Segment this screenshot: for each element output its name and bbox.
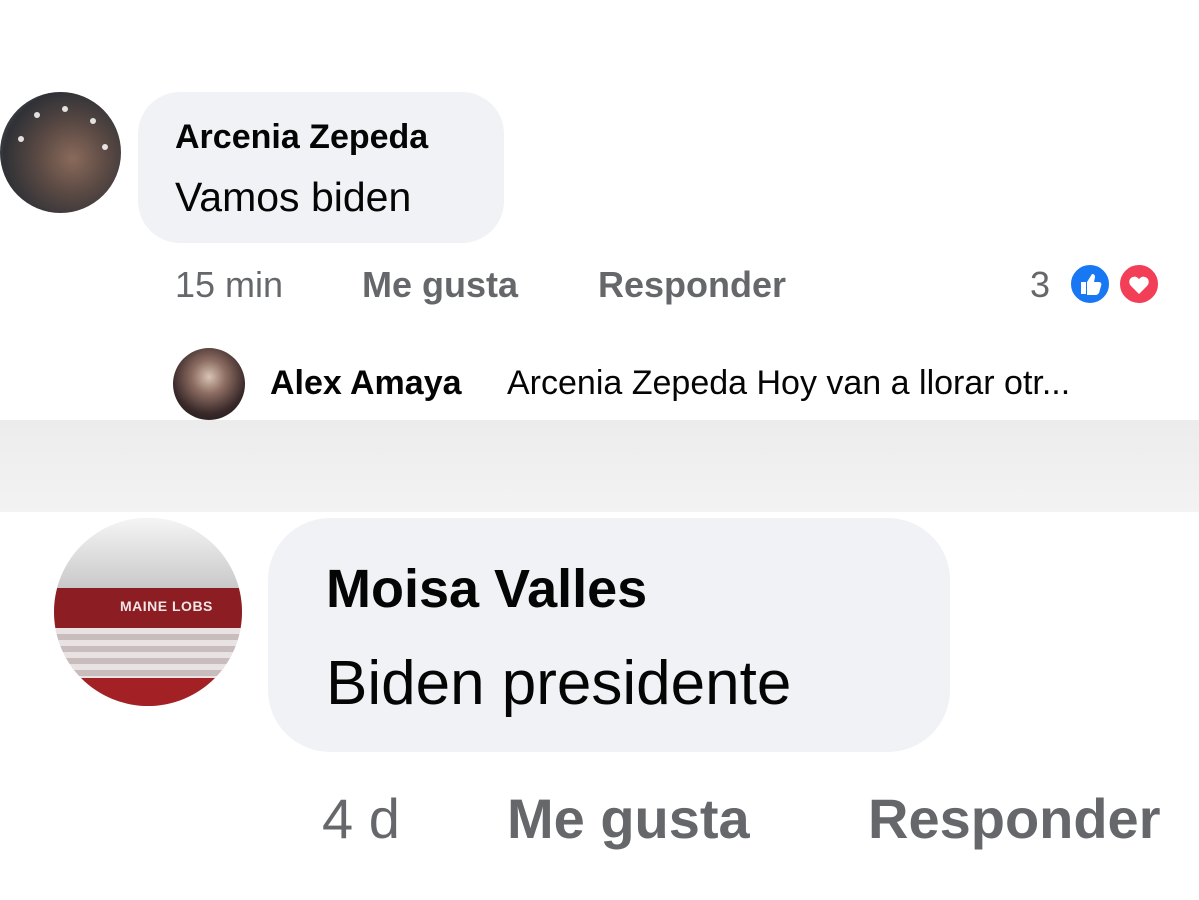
like-button[interactable]: Me gusta [362, 264, 518, 306]
avatar-sign-text: MAINE LOBS [120, 598, 213, 614]
reply-preview-text[interactable]: Arcenia Zepeda Hoy van a llorar otr... [507, 364, 1070, 403]
reaction-count[interactable]: 3 [1030, 264, 1050, 306]
comment-timestamp[interactable]: 4 d [322, 786, 400, 851]
love-icon[interactable] [1117, 262, 1161, 306]
comment-text: Vamos biden [175, 174, 412, 220]
separator [0, 420, 1199, 512]
reply-button[interactable]: Responder [598, 264, 786, 306]
avatar[interactable] [0, 92, 121, 213]
reply-author[interactable]: Alex Amaya [270, 364, 462, 403]
like-button[interactable]: Me gusta [507, 786, 750, 851]
comment-text: Biden presidente [326, 649, 792, 718]
avatar[interactable] [173, 348, 245, 420]
comment-author[interactable]: Arcenia Zepeda [175, 118, 428, 157]
avatar[interactable]: MAINE LOBS [54, 518, 242, 706]
comment-author[interactable]: Moisa Valles [326, 558, 647, 620]
comment-timestamp[interactable]: 15 min [175, 264, 283, 306]
reply-button[interactable]: Responder [868, 786, 1161, 851]
like-icon[interactable] [1068, 262, 1112, 306]
